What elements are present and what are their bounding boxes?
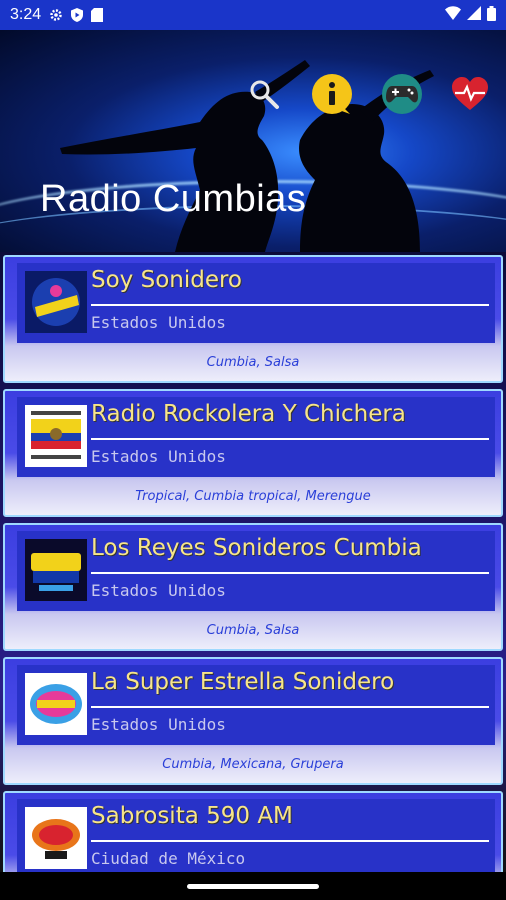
station-genre: Tropical, Cumbia tropical, Merengue: [135, 489, 371, 504]
station-card[interactable]: Los Reyes Sonideros Cumbia Estados Unido…: [3, 523, 503, 651]
divider: [91, 304, 489, 306]
station-card[interactable]: Sabrosita 590 AM Ciudad de México: [3, 791, 503, 872]
sim-card-icon: [91, 8, 105, 22]
station-country: Estados Unidos: [91, 313, 226, 332]
station-logo: [25, 405, 87, 467]
station-genre: Cumbia, Mexicana, Grupera: [162, 757, 344, 772]
station-list[interactable]: Soy Sonidero Estados Unidos Cumbia, Sals…: [0, 252, 506, 872]
card-header-panel: [17, 263, 495, 343]
status-bar: 3:24: [0, 0, 506, 30]
divider: [91, 706, 489, 708]
station-name: Sabrosita 590 AM: [91, 803, 293, 829]
station-logo: [25, 807, 87, 869]
station-card[interactable]: Soy Sonidero Estados Unidos Cumbia, Sals…: [3, 255, 503, 383]
heart-pulse-icon[interactable]: [450, 74, 490, 114]
divider: [91, 572, 489, 574]
station-card[interactable]: Radio Rockolera Y Chichera Estados Unido…: [3, 389, 503, 517]
station-name: La Super Estrella Sonidero: [91, 669, 395, 695]
station-country: Estados Unidos: [91, 715, 226, 734]
station-country: Ciudad de México: [91, 849, 246, 868]
station-name: Radio Rockolera Y Chichera: [91, 401, 406, 427]
station-logo: [25, 673, 87, 735]
search-icon[interactable]: [244, 74, 284, 114]
status-time: 3:24: [10, 6, 42, 23]
gear-icon: [49, 8, 63, 22]
divider: [91, 438, 489, 440]
battery-icon: [487, 5, 496, 25]
info-icon[interactable]: [312, 74, 352, 114]
app-title: Radio Cumbias: [40, 178, 307, 220]
app-header: Radio Cumbias: [0, 30, 506, 252]
signal-icon: [467, 6, 481, 24]
station-genre: Cumbia, Salsa: [206, 355, 300, 370]
station-name: Los Reyes Sonideros Cumbia: [91, 535, 422, 561]
station-country: Estados Unidos: [91, 447, 226, 466]
station-logo: [25, 539, 87, 601]
shield-play-icon: [70, 8, 84, 22]
station-genre: Cumbia, Salsa: [206, 623, 300, 638]
station-card[interactable]: La Super Estrella Sonidero Estados Unido…: [3, 657, 503, 785]
gamepad-icon[interactable]: [382, 74, 422, 114]
station-country: Estados Unidos: [91, 581, 226, 600]
station-name: Soy Sonidero: [91, 267, 243, 293]
station-logo: [25, 271, 87, 333]
gesture-nav-bar: [0, 872, 506, 900]
home-gesture-handle[interactable]: [187, 884, 319, 889]
wifi-icon: [445, 6, 461, 24]
divider: [91, 840, 489, 842]
